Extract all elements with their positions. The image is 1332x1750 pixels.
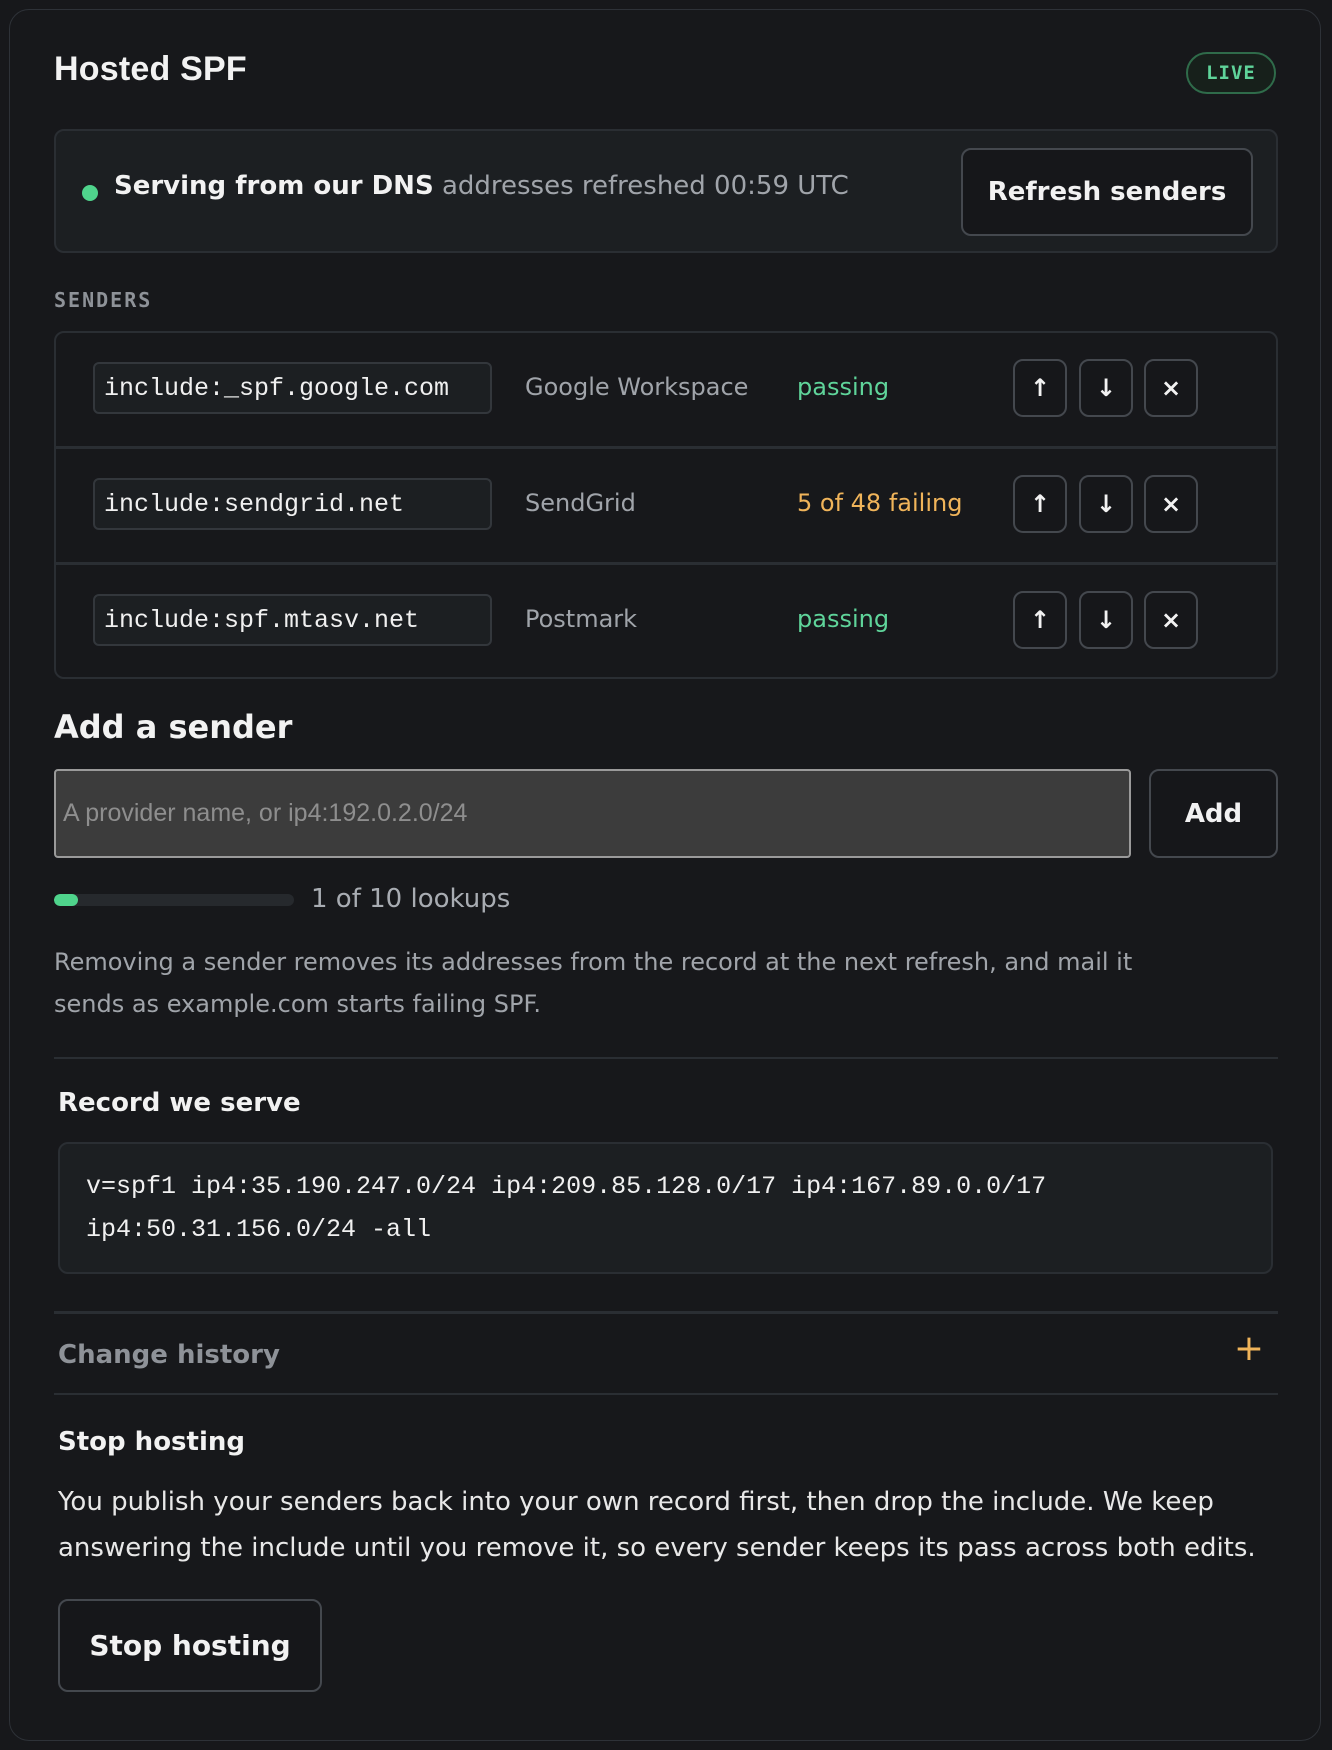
sender-mechanism-field[interactable]: include:spf.mtasv.net	[93, 594, 492, 646]
move-up-button[interactable]: ↑	[1013, 359, 1067, 417]
sender-provider: Postmark	[525, 605, 638, 633]
lookup-count: 1 of 10 lookups	[311, 884, 511, 914]
stop-hosting-title: Stop hosting	[58, 1427, 245, 1457]
remove-sender-button[interactable]: ×	[1144, 591, 1198, 649]
lookup-meter	[54, 894, 294, 906]
senders-list: include:_spf.google.com Google Workspace…	[54, 331, 1278, 679]
sender-status: passing	[797, 373, 890, 401]
removal-note: Removing a sender removes its addresses …	[54, 948, 1133, 1018]
change-history-label: Change history	[58, 1340, 280, 1370]
stop-hosting-button[interactable]: Stop hosting	[58, 1599, 322, 1692]
move-down-button[interactable]: ↓	[1079, 591, 1133, 649]
record-title: Record we serve	[58, 1088, 301, 1118]
remove-sender-button[interactable]: ×	[1144, 475, 1198, 533]
stop-hosting-description: You publish your senders back into your …	[58, 1487, 1256, 1563]
change-history-toggle[interactable]: Change history +	[54, 1311, 1278, 1395]
move-down-button[interactable]: ↓	[1079, 475, 1133, 533]
add-sender-title: Add a sender	[54, 708, 293, 746]
move-up-button[interactable]: ↑	[1013, 475, 1067, 533]
sender-row: include:spf.mtasv.net Postmark passing ↑…	[56, 565, 1276, 677]
status-strong: Serving from our DNS	[114, 171, 434, 201]
expand-plus-icon[interactable]: +	[1234, 1328, 1264, 1369]
remove-sender-button[interactable]: ×	[1144, 359, 1198, 417]
status-card: Serving from our DNS addresses refreshed…	[54, 129, 1278, 253]
sender-mechanism-field[interactable]: include:sendgrid.net	[93, 478, 492, 530]
live-badge: LIVE	[1186, 52, 1276, 94]
sender-status: 5 of 48 failing	[797, 489, 963, 517]
status-dot-icon	[82, 185, 98, 201]
spf-record-value: v=spf1 ip4:35.190.247.0/24 ip4:209.85.12…	[58, 1142, 1273, 1274]
add-sender-button[interactable]: Add	[1149, 769, 1278, 858]
sender-provider: SendGrid	[525, 489, 636, 517]
move-down-button[interactable]: ↓	[1079, 359, 1133, 417]
page-title: Hosted SPF	[54, 50, 247, 88]
refresh-senders-button[interactable]: Refresh senders	[961, 148, 1253, 236]
status-detail: addresses refreshed 00:59 UTC	[441, 171, 849, 201]
senders-heading: SENDERS	[54, 288, 153, 312]
sender-mechanism-field[interactable]: include:_spf.google.com	[93, 362, 492, 414]
sender-row: include:sendgrid.net SendGrid 5 of 48 fa…	[56, 449, 1276, 564]
move-up-button[interactable]: ↑	[1013, 591, 1067, 649]
lookup-meter-fill	[54, 894, 78, 906]
sender-provider: Google Workspace	[525, 373, 749, 401]
add-sender-input[interactable]	[54, 769, 1131, 858]
sender-row: include:_spf.google.com Google Workspace…	[56, 333, 1276, 448]
status-text: Serving from our DNS addresses refreshed…	[114, 171, 849, 201]
sender-status: passing	[797, 605, 890, 633]
divider	[54, 1057, 1278, 1059]
